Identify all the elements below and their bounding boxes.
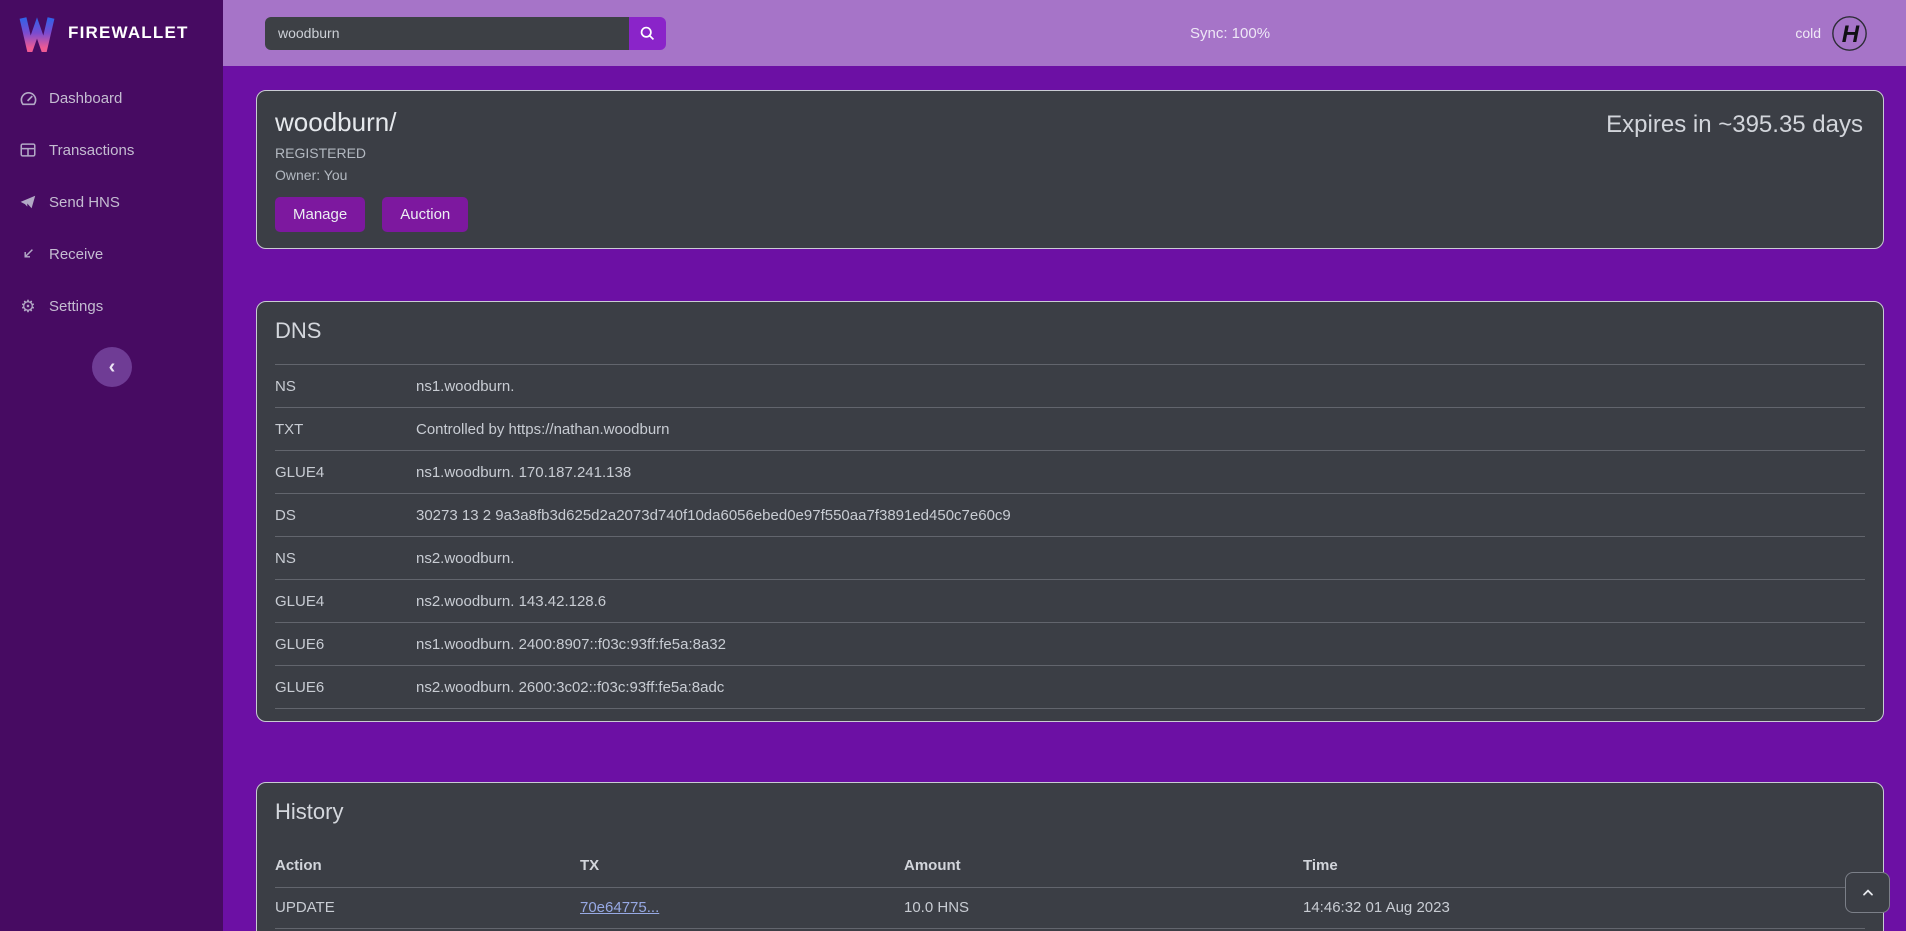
history-row: UPDATE 70e64775... 10.0 HNS 14:46:32 01 … (275, 887, 1865, 928)
svg-text:H: H (1842, 20, 1860, 47)
history-card: History Action TX Amount Time UPDATE 70e… (256, 782, 1884, 931)
scroll-to-top-button[interactable] (1845, 872, 1890, 913)
main-content: woodburn/ REGISTERED Owner: You Manage A… (223, 66, 1906, 931)
dns-record-value: ns1.woodburn. (416, 365, 1865, 408)
dns-record-value: ns1.woodburn. 2400:8907::f03c:93ff:fe5a:… (416, 623, 1865, 666)
dns-record-value: ns2.woodburn. 143.42.128.6 (416, 580, 1865, 623)
sidebar-item-dashboard[interactable]: Dashboard (0, 72, 223, 124)
send-icon (18, 193, 38, 211)
sidebar-collapse-button[interactable]: ‹ (92, 347, 132, 387)
history-col-time: Time (1303, 845, 1865, 887)
sidebar-item-receive[interactable]: Receive (0, 228, 223, 280)
chevron-up-icon (1860, 885, 1876, 901)
topbar: Sync: 100% cold H (223, 0, 1906, 66)
brand-name: FIREWALLET (68, 23, 189, 43)
sidebar-item-label: Send HNS (49, 194, 120, 211)
history-action: UPDATE (275, 887, 580, 928)
dns-record-row: GLUE4 ns1.woodburn. 170.187.241.138 (275, 451, 1865, 494)
wallet-name: cold (1795, 25, 1821, 41)
search-button[interactable] (629, 17, 666, 50)
tx-link[interactable]: 70e64775... (580, 899, 659, 916)
expiry-countdown: Expires in ~395.35 days (1606, 111, 1863, 139)
dns-record-type: GLUE6 (275, 623, 416, 666)
dashboard-icon (18, 89, 38, 108)
dns-record-type: NS (275, 365, 416, 408)
dns-record-value: 30273 13 2 9a3a8fb3d625d2a2073d740f10da6… (416, 494, 1865, 537)
dns-records-table: NS ns1.woodburn. TXT Controlled by https… (275, 364, 1865, 709)
sidebar-item-label: Receive (49, 246, 103, 263)
receive-icon (18, 246, 38, 262)
sidebar-item-label: Transactions (49, 142, 134, 159)
auction-button[interactable]: Auction (382, 197, 468, 232)
firewallet-logo-icon (18, 14, 56, 52)
dns-record-type: TXT (275, 408, 416, 451)
dns-record-value: Controlled by https://nathan.woodburn (416, 408, 1865, 451)
chevron-left-icon: ‹ (109, 356, 116, 379)
dns-record-type: NS (275, 537, 416, 580)
search-bar (265, 17, 666, 50)
history-time: 14:46:32 01 Aug 2023 (1303, 887, 1865, 928)
sidebar-item-send-hns[interactable]: Send HNS (0, 176, 223, 228)
domain-summary-card: woodburn/ REGISTERED Owner: You Manage A… (256, 90, 1884, 249)
dns-record-row: NS ns2.woodburn. (275, 537, 1865, 580)
dns-record-row: GLUE6 ns1.woodburn. 2400:8907::f03c:93ff… (275, 623, 1865, 666)
history-col-action: Action (275, 845, 580, 887)
sidebar-nav: Dashboard Transactions Send HNS Receive … (0, 66, 223, 332)
transactions-icon (18, 141, 38, 159)
dns-card: DNS NS ns1.woodburn. TXT Controlled by h… (256, 301, 1884, 722)
sidebar-item-label: Settings (49, 298, 103, 315)
wallet-selector[interactable]: cold H (1795, 15, 1868, 52)
dns-record-type: DS (275, 494, 416, 537)
dns-record-row: GLUE4 ns2.woodburn. 143.42.128.6 (275, 580, 1865, 623)
history-col-amount: Amount (904, 845, 1303, 887)
dns-record-value: ns1.woodburn. 170.187.241.138 (416, 451, 1865, 494)
settings-icon: ⚙ (18, 298, 38, 315)
manage-button[interactable]: Manage (275, 197, 365, 232)
sidebar-item-settings[interactable]: ⚙ Settings (0, 280, 223, 332)
search-input[interactable] (265, 17, 629, 50)
dns-record-row: TXT Controlled by https://nathan.woodbur… (275, 408, 1865, 451)
dns-record-row: NS ns1.woodburn. (275, 365, 1865, 408)
hns-logo-icon: H (1831, 15, 1868, 52)
dns-record-value: ns2.woodburn. (416, 537, 1865, 580)
sidebar-item-label: Dashboard (49, 90, 122, 107)
search-icon (639, 25, 656, 42)
domain-owner: Owner: You (275, 167, 1865, 183)
dns-record-type: GLUE6 (275, 666, 416, 709)
dns-record-row: DS 30273 13 2 9a3a8fb3d625d2a2073d740f10… (275, 494, 1865, 537)
history-col-tx: TX (580, 845, 904, 887)
history-section-title: History (275, 799, 1865, 825)
dns-record-type: GLUE4 (275, 580, 416, 623)
dns-record-row: GLUE6 ns2.woodburn. 2600:3c02::f03c:93ff… (275, 666, 1865, 709)
dns-record-type: GLUE4 (275, 451, 416, 494)
app-logo[interactable]: FIREWALLET (0, 0, 223, 66)
history-header-row: Action TX Amount Time (275, 845, 1865, 887)
history-table: Action TX Amount Time UPDATE 70e64775...… (275, 845, 1865, 931)
domain-status: REGISTERED (275, 145, 1865, 161)
dns-section-title: DNS (275, 318, 1865, 344)
sync-status: Sync: 100% (1190, 25, 1270, 42)
dns-record-value: ns2.woodburn. 2600:3c02::f03c:93ff:fe5a:… (416, 666, 1865, 709)
history-amount: 10.0 HNS (904, 887, 1303, 928)
sidebar: FIREWALLET Dashboard Transactions Send H… (0, 0, 223, 931)
sidebar-item-transactions[interactable]: Transactions (0, 124, 223, 176)
